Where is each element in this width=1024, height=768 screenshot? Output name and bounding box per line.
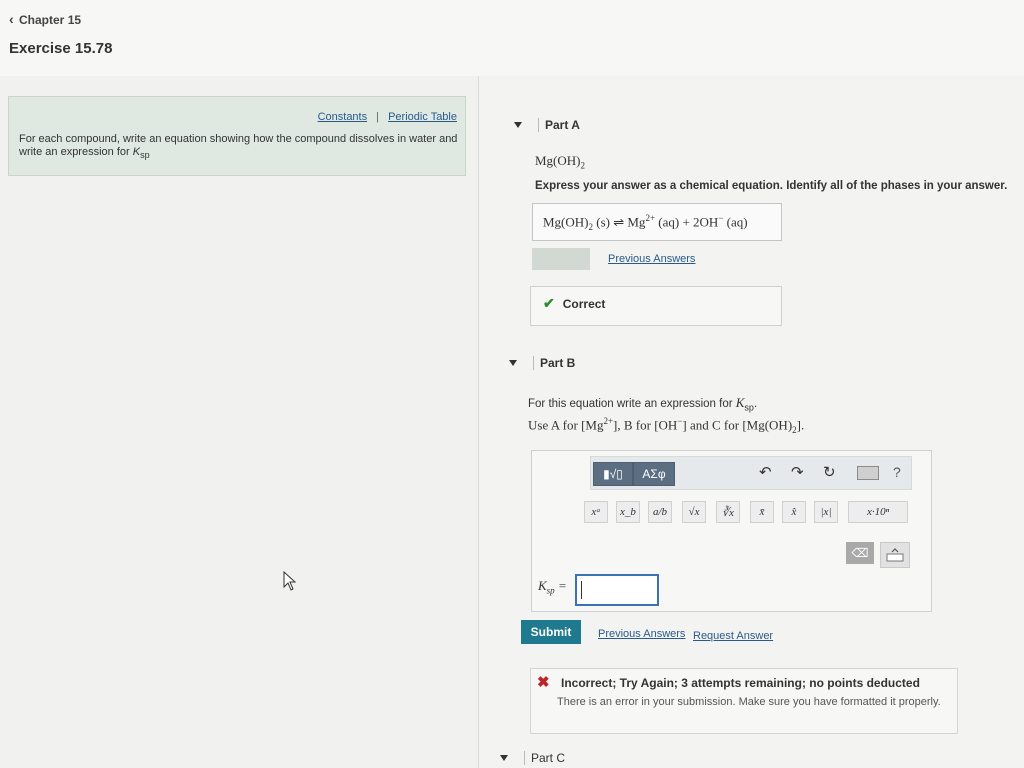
chevron-left-icon: ‹: [9, 11, 14, 27]
nth-root-template-button[interactable]: ∛x: [716, 501, 740, 523]
template-buttons-row: xᵃ x_b a/b √x ∛x x̄ x̂ |x| x·10ⁿ: [584, 501, 924, 523]
part-a-answer-box: Mg(OH)2 (s) ⇌ Mg2+ (aq) + 2OH− (aq): [532, 203, 782, 241]
part-b-line-2: Use A for [Mg2+], B for [OH−] and C for …: [528, 416, 804, 435]
collapse-triangle-icon: [509, 360, 517, 366]
back-link-label: Chapter 15: [19, 13, 82, 27]
superscript-template-button[interactable]: xᵃ: [584, 501, 608, 523]
part-b-previous-answers-link[interactable]: Previous Answers: [598, 628, 685, 640]
compound-subscript: 2: [580, 160, 586, 171]
request-answer-link[interactable]: Request Answer: [693, 630, 773, 642]
part-b-line-1: For this equation write an expression fo…: [528, 395, 758, 413]
part-b-label: Part B: [533, 356, 575, 370]
incorrect-title: Incorrect; Try Again; 3 attempts remaini…: [561, 676, 920, 690]
ksp-label-symbol: K: [538, 578, 547, 593]
ksp-symbol: K: [132, 146, 141, 158]
part-a-header[interactable]: Part A: [514, 118, 580, 132]
part-b-feedback: ✖ Incorrect; Try Again; 3 attempts remai…: [530, 668, 958, 734]
collapse-triangle-icon: [500, 755, 508, 761]
line2-part-d: ].: [796, 417, 805, 433]
submit-button[interactable]: Submit: [521, 620, 581, 644]
line2-part-c: ] and C for [Mg(OH): [682, 417, 793, 433]
answer-superscript-3: −: [718, 213, 724, 223]
ksp-answer-input[interactable]: [575, 574, 659, 606]
ksp-subscript: sp: [140, 150, 150, 161]
math-editor: ▮√▯ ΑΣφ ↶ ↷ ↻ ? xᵃ x_b a/b √x ∛x x̄ x̂ |…: [531, 450, 932, 612]
editor-toolbar: ▮√▯ ΑΣφ ↶ ↷ ↻ ?: [590, 456, 912, 490]
resource-links: Constants | Periodic Table: [318, 111, 457, 123]
part-c-label: Part C: [524, 751, 565, 765]
compound-main: Mg(OH): [535, 153, 581, 168]
text-caret: [581, 581, 582, 599]
answer-superscript-2: 2+: [645, 213, 656, 223]
link-separator: |: [376, 111, 380, 123]
ksp-label-subscript: sp: [546, 585, 555, 596]
part-c-header[interactable]: Part C: [500, 751, 565, 765]
problem-prompt: Constants | Periodic Table For each comp…: [8, 96, 466, 176]
square-root-template-button[interactable]: √x: [682, 501, 706, 523]
incorrect-x-icon: ✖: [537, 674, 550, 691]
ksp-equals: =: [557, 578, 567, 593]
answer-term-2: Mg: [627, 214, 646, 230]
ksp-input-label: Ksp =: [538, 578, 567, 596]
subscript-template-button[interactable]: x_b: [616, 501, 640, 523]
back-to-chapter-link[interactable]: ‹ Chapter 15: [9, 11, 81, 27]
line2-part-b: ], B for [OH: [613, 417, 678, 433]
checkmark-icon: ✔: [543, 295, 555, 311]
line1-text: For this equation write an expression fo…: [528, 398, 733, 410]
answer-subscript-1: 2: [588, 221, 594, 232]
undo-icon[interactable]: ↶: [759, 463, 772, 481]
collapse-triangle-icon: [514, 122, 522, 128]
prompt-body: For each compound, write an equation sho…: [19, 133, 458, 158]
constants-link[interactable]: Constants: [318, 111, 368, 123]
part-a-feedback: ✔ Correct: [530, 286, 782, 326]
correct-status: ✔ Correct: [543, 295, 605, 312]
keyboard-toggle-button[interactable]: [880, 542, 910, 568]
ksp-subscript: sp: [744, 402, 754, 413]
vector-template-button[interactable]: x̄: [750, 501, 774, 523]
answer-term-1: Mg(OH): [543, 214, 589, 230]
keyboard-shortcuts-icon[interactable]: [857, 466, 879, 480]
backspace-button[interactable]: ⌫: [846, 542, 874, 564]
prompt-text: For each compound, write an equation sho…: [19, 133, 459, 162]
redo-icon[interactable]: ↷: [791, 463, 804, 481]
part-a-compound: Mg(OH)2: [535, 153, 585, 171]
part-a-previous-answers-link[interactable]: Previous Answers: [608, 253, 695, 265]
part-b-header[interactable]: Part B: [509, 356, 575, 370]
top-bar: ‹ Chapter 15 Exercise 15.78: [0, 0, 1024, 77]
answer-phase-1: (s): [596, 214, 610, 230]
unit-vector-template-button[interactable]: x̂: [782, 501, 806, 523]
fraction-template-button[interactable]: a/b: [648, 501, 672, 523]
left-panel: [0, 76, 479, 768]
scientific-notation-template-button[interactable]: x·10ⁿ: [848, 501, 908, 523]
answer-phase-3: (aq): [726, 214, 748, 230]
line2-part-a: Use A for [Mg: [528, 417, 604, 433]
part-a-submit-disabled: [532, 248, 590, 270]
backspace-icon: ⌫: [851, 546, 869, 560]
part-a-answer: Mg(OH)2 (s) ⇌ Mg2+ (aq) + 2OH− (aq): [543, 213, 748, 232]
absolute-value-template-button[interactable]: |x|: [814, 501, 838, 523]
line2-sup-a: 2+: [603, 416, 614, 426]
answer-term-3: (aq) + 2OH: [658, 214, 719, 230]
mouse-cursor-icon: [283, 571, 297, 591]
page-title: Exercise 15.78: [9, 40, 113, 57]
templates-button[interactable]: ▮√▯: [593, 462, 633, 486]
part-a-label: Part A: [538, 118, 580, 132]
equilibrium-arrow-icon: ⇌: [613, 214, 625, 230]
part-a-instruction: Express your answer as a chemical equati…: [535, 180, 1008, 192]
keyboard-icon: [886, 548, 904, 562]
correct-label: Correct: [562, 296, 606, 311]
help-icon[interactable]: ?: [893, 464, 901, 480]
reset-icon[interactable]: ↻: [823, 463, 836, 481]
periodic-table-link[interactable]: Periodic Table: [388, 111, 457, 123]
incorrect-message: There is an error in your submission. Ma…: [557, 696, 941, 708]
greek-symbols-button[interactable]: ΑΣφ: [633, 462, 675, 486]
